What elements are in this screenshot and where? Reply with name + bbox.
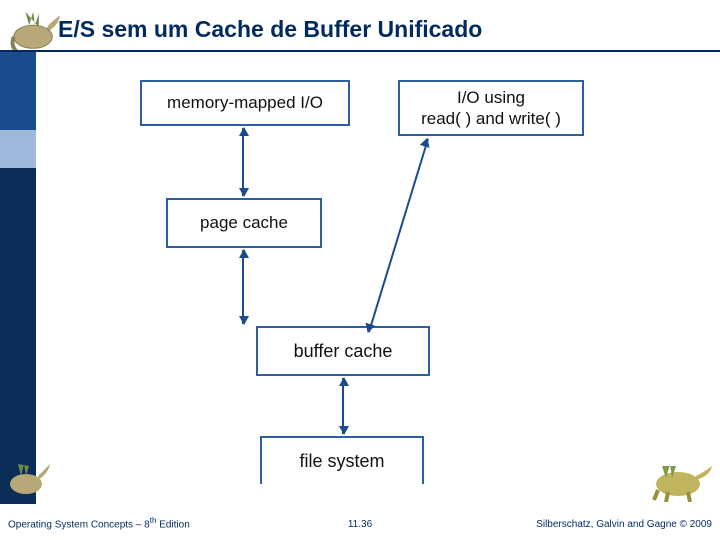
io-cache-diagram: memory-mapped I/O I/O usingread( ) and w… [130, 78, 592, 490]
arrow-pagecache-to-buffer [242, 250, 244, 324]
arrow-mmio-to-pagecache [242, 128, 244, 196]
box-io-read-write: I/O usingread( ) and write( ) [398, 80, 584, 136]
footer-left-dinosaur-icon [4, 458, 52, 502]
footer-copyright: Silberschatz, Galvin and Gagne © 2009 [536, 519, 712, 530]
footer-right-dinosaur-icon [644, 456, 714, 502]
box-memory-mapped-io: memory-mapped I/O [140, 80, 350, 126]
slide-title: E/S sem um Cache de Buffer Unificado [58, 16, 482, 43]
title-underline [0, 50, 720, 52]
box-page-cache: page cache [166, 198, 322, 248]
header-dinosaur-icon [6, 4, 64, 56]
left-accent-bar [0, 52, 36, 504]
arrow-iorw-to-buffer [368, 139, 429, 333]
box-buffer-cache: buffer cache [256, 326, 430, 376]
arrow-buffer-to-filesystem [342, 378, 344, 434]
box-file-system: file system [260, 436, 424, 484]
